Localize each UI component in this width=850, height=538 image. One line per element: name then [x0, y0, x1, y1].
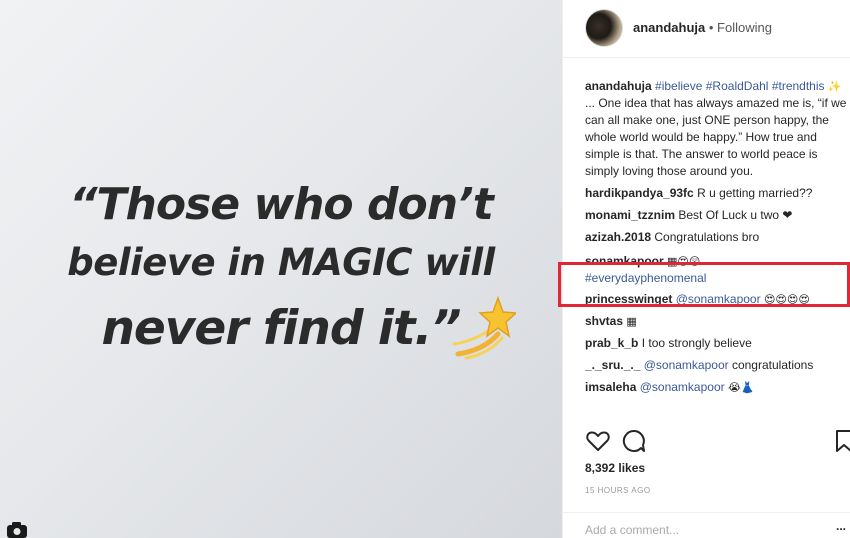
- comment-row: monami_tzznim Best Of Luck u two ❤: [585, 207, 847, 229]
- comment-username[interactable]: sonamkapoor: [585, 254, 664, 268]
- caption-text: ... One idea that has always amazed me i…: [585, 96, 847, 178]
- comment-row: hardikpandya_93fc R u getting married??: [585, 185, 847, 207]
- more-options-button[interactable]: ...: [836, 519, 846, 533]
- camera-icon: [7, 522, 27, 538]
- post-sidebar: anandahuja • Following anandahuja #ibeli…: [562, 0, 850, 538]
- hashtag-ibelieve[interactable]: #ibelieve: [655, 79, 702, 93]
- comment-row: azizah.2018 Congratulations bro: [585, 229, 847, 249]
- comment-username[interactable]: hardikpandya_93fc: [585, 186, 694, 200]
- comment-row: princesswinget @sonamkapoor 😍😍😍😍: [585, 291, 847, 313]
- comment-row: prab_k_b I too strongly believe: [585, 335, 847, 357]
- comment-text: ▦😍😲: [667, 255, 701, 268]
- action-bar: [585, 428, 850, 454]
- comment-icon[interactable]: [621, 428, 647, 454]
- comment-row: shvtas ▦: [585, 313, 847, 335]
- comment-username[interactable]: prab_k_b: [585, 336, 638, 350]
- header-separator: •: [705, 20, 718, 35]
- caption: anandahuja #ibelieve #RoaldDahl #trendth…: [585, 78, 847, 180]
- comment-text: Congratulations bro: [654, 230, 760, 244]
- shooting-star-icon: [452, 295, 516, 360]
- avatar[interactable]: [585, 9, 623, 47]
- comment-row-highlighted: sonamkapoor ▦😍😲 #everydayphenomenal: [585, 249, 847, 291]
- caption-username[interactable]: anandahuja: [585, 79, 652, 93]
- comment-username[interactable]: azizah.2018: [585, 230, 651, 244]
- comment-text: Best Of Luck u two ❤: [678, 208, 793, 222]
- header-username[interactable]: anandahuja: [633, 20, 705, 35]
- header-text: anandahuja • Following: [633, 20, 772, 35]
- add-comment-input[interactable]: [585, 521, 815, 538]
- comment-text: I too strongly believe: [641, 336, 752, 350]
- comment-mention[interactable]: @sonamkapoor: [644, 358, 729, 372]
- comments-list: anandahuja #ibelieve #RoaldDahl #trendth…: [585, 78, 847, 401]
- add-comment-bar: ...: [563, 512, 850, 538]
- heart-icon[interactable]: [585, 428, 611, 454]
- post-header: anandahuja • Following: [563, 0, 850, 58]
- hashtag-everydayphenomenal[interactable]: #everydayphenomenal: [585, 271, 706, 285]
- comment-row: imsaleha @sonamkapoor 😭👗: [585, 379, 847, 401]
- post-image[interactable]: “Those who don’t believe in MAGIC will n…: [0, 0, 562, 538]
- comment-username[interactable]: monami_tzznim: [585, 208, 675, 222]
- post-timestamp: 15 HOURS AGO: [585, 486, 651, 495]
- quote-line-2: believe in MAGIC will: [67, 241, 495, 284]
- bookmark-icon[interactable]: [831, 428, 850, 454]
- comment-text: 😍😍😍😍: [763, 293, 810, 306]
- likes-count[interactable]: 8,392 likes: [585, 461, 645, 475]
- following-button[interactable]: Following: [717, 20, 772, 35]
- comment-username[interactable]: imsaleha: [585, 380, 636, 394]
- comment-username[interactable]: princesswinget: [585, 292, 672, 306]
- comment-mention[interactable]: @sonamkapoor: [676, 292, 761, 306]
- comment-username[interactable]: _._sru._._: [585, 358, 640, 372]
- comment-text: ▦: [626, 315, 637, 328]
- comment-row: _._sru._._ @sonamkapoor congratulations: [585, 357, 847, 379]
- hashtag-trendthis[interactable]: #trendthis: [772, 79, 825, 93]
- comment-text: 😭👗: [727, 381, 755, 394]
- quote-line-1: “Those who don’t: [69, 179, 494, 230]
- comment-text: congratulations: [731, 358, 814, 372]
- hashtag-roalddahl[interactable]: #RoaldDahl: [706, 79, 769, 93]
- comment-mention[interactable]: @sonamkapoor: [640, 380, 725, 394]
- comment-text: R u getting married??: [697, 186, 813, 200]
- comment-username[interactable]: shvtas: [585, 314, 623, 328]
- sparkle-emoji: ✨: [827, 80, 842, 93]
